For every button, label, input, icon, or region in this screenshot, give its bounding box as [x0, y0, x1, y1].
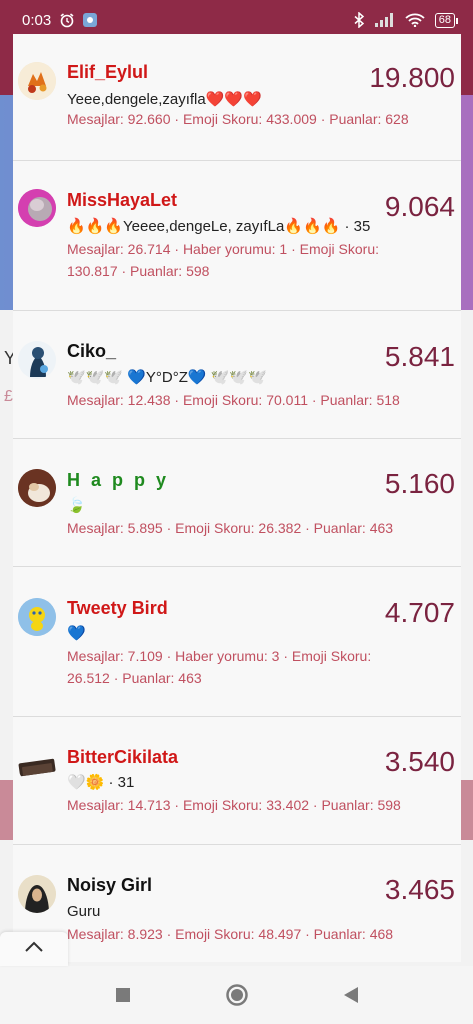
username[interactable]: Ciko_ [67, 341, 116, 362]
username[interactable]: H a p p y [67, 470, 169, 491]
user-stats: Mesajlar: 14.713 · Emoji Skoru: 33.402 ·… [67, 797, 401, 813]
status-time: 0:03 [22, 11, 52, 29]
status-bar: 0:03 68 [0, 0, 473, 40]
user-stats: Mesajlar: 7.109 · Haber yorumu: 3 · Emoj… [67, 648, 372, 686]
user-stats: Mesajlar: 26.714 · Haber yorumu: 1 · Emo… [67, 241, 380, 279]
pink-portrait-avatar [18, 189, 56, 227]
username[interactable]: BitterCikilata [67, 747, 178, 768]
leaderboard-row[interactable]: H a p p y 🍃 Mesajlar: 5.895 · Emoji Skor… [13, 439, 461, 567]
user-stats: Mesajlar: 12.438 · Emoji Skoru: 70.011 ·… [67, 392, 400, 408]
chevron-up-icon [24, 940, 44, 958]
leaderboard-row[interactable]: Noisy Girl Guru Mesajlar: 8.923 · Emoji … [13, 845, 461, 962]
username[interactable]: Noisy Girl [67, 875, 152, 896]
user-score: 19.800 [369, 62, 455, 93]
user-stats: Mesajlar: 92.660 · Emoji Skoru: 433.009 … [67, 111, 409, 127]
square-recents-icon[interactable] [109, 981, 137, 1009]
user-stats: Mesajlar: 8.923 · Emoji Skoru: 48.497 · … [67, 926, 394, 942]
tweety-avatar [18, 598, 56, 636]
hooded-figure-avatar [18, 341, 56, 379]
user-stats: Mesajlar: 5.895 · Emoji Skoru: 26.382 · … [67, 520, 394, 536]
leaderboard-row[interactable]: BitterCikilata 🤍🌼 · 31 Mesajlar: 14.713 … [13, 717, 461, 845]
hands-avatar [18, 469, 56, 507]
user-score: 4.707 [384, 597, 455, 628]
signal-icon [374, 13, 395, 27]
triangle-back-icon[interactable] [337, 981, 365, 1009]
alarm-clock-icon [59, 12, 75, 28]
user-score: 3.540 [384, 746, 455, 777]
leaderboard-row[interactable]: Ciko_ 🕊️🕊️🕊️ 💙Y°D°Z💙 🕊️🕊️🕊️ Mesajlar: 12… [13, 311, 461, 439]
leaderboard-row[interactable]: Tweety Bird 💙 Mesajlar: 7.109 · Haber yo… [13, 567, 461, 717]
user-score: 5.841 [384, 341, 455, 372]
collapse-button[interactable] [0, 932, 68, 966]
user-bio: 🕊️🕊️🕊️ 💙Y°D°Z💙 🕊️🕊️🕊️ [67, 369, 267, 386]
username[interactable]: MissHayaLet [67, 190, 177, 211]
circle-home-icon[interactable] [223, 981, 251, 1009]
bluetooth-icon [353, 12, 365, 28]
hijab-girl-avatar [18, 875, 56, 913]
user-score: 3.465 [384, 874, 455, 905]
user-bio: 💙 [67, 625, 86, 642]
user-bio: Yeee,dengele,zayıfla❤️❤️❤️ [67, 91, 262, 108]
username[interactable]: Elif_Eylul [67, 62, 148, 83]
user-score: 9.064 [384, 191, 455, 222]
leaderboard-row[interactable]: MissHayaLet 🔥🔥🔥Yeeee,dengeLe, zayıfLa🔥🔥🔥… [13, 161, 461, 311]
leaderboard-sheet[interactable]: Elif_Eylul Yeee,dengele,zayıfla❤️❤️❤️ Me… [13, 34, 461, 962]
user-bio: 🔥🔥🔥Yeeee,dengeLe, zayıfLa🔥🔥🔥 · 35 [67, 218, 371, 235]
user-bio: 🍃 [67, 497, 86, 514]
user-score: 5.160 [384, 468, 455, 499]
wifi-icon [405, 13, 425, 27]
leaderboard-row[interactable]: Elif_Eylul Yeee,dengele,zayıfla❤️❤️❤️ Me… [13, 34, 461, 161]
autumn-leaves-avatar [18, 62, 56, 100]
app-notification-icon [83, 13, 98, 27]
battery-indicator: 68 [434, 12, 459, 28]
background-text: £ [4, 388, 13, 405]
user-bio: Guru [67, 903, 101, 920]
chocolate-avatar [18, 747, 56, 785]
user-bio: 🤍🌼 · 31 [67, 774, 135, 791]
username[interactable]: Tweety Bird [67, 598, 168, 619]
system-navigation-bar [0, 966, 473, 1024]
